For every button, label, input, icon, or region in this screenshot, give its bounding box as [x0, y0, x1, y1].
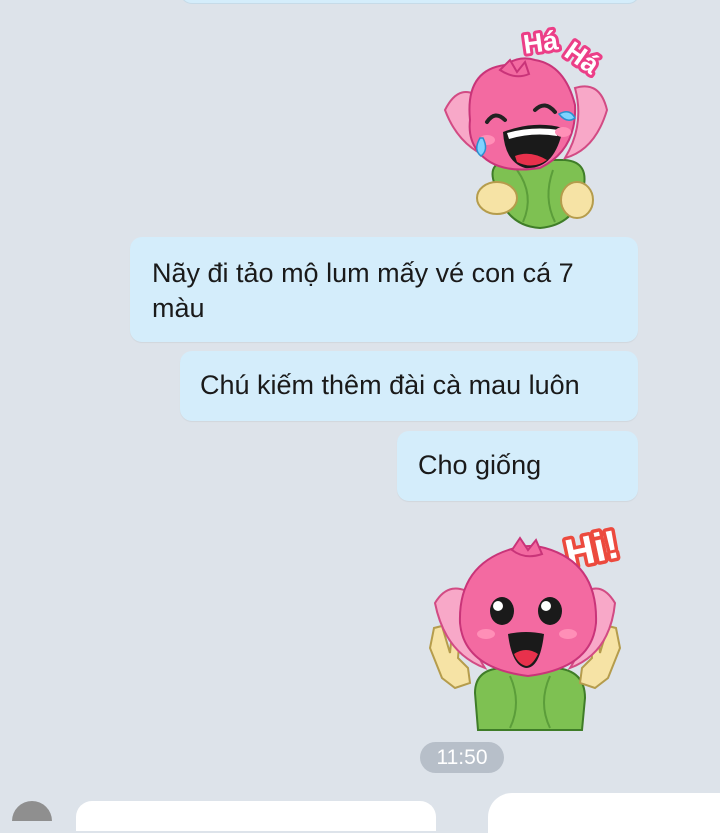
ha-ha-text-1: Há	[521, 25, 560, 60]
message-input[interactable]	[76, 801, 436, 831]
message-bubble[interactable]: Chú kiếm thêm đài cà mau luôn	[180, 351, 638, 421]
chat-conversation: Há Há Nãy đi tảo mộ lum mấy vé con cá 7 …	[0, 0, 720, 833]
laughing-lotus-sticker-art: Há Há	[443, 22, 609, 230]
compose-actions[interactable]	[488, 793, 720, 833]
message-text: Nãy đi tảo mộ lum mấy vé con cá 7 màu	[152, 258, 574, 323]
timestamp-text: 11:50	[436, 746, 488, 769]
message-bubble[interactable]: Nãy đi tảo mộ lum mấy vé con cá 7 màu	[130, 237, 638, 342]
waving-lotus-sticker[interactable]: Hi!	[420, 508, 635, 733]
message-text: Cho giống	[418, 450, 542, 480]
attachment-button[interactable]	[12, 801, 52, 821]
message-text: Chú kiếm thêm đài cà mau luôn	[200, 370, 580, 400]
timestamp-badge: 11:50	[420, 742, 504, 773]
message-bubble[interactable]: Cho giống	[397, 431, 638, 501]
previous-message-bubble[interactable]	[180, 0, 640, 4]
ha-ha-text-2: Há	[559, 36, 605, 81]
laughing-lotus-sticker[interactable]: Há Há	[425, 10, 625, 232]
waving-lotus-sticker-art: Hi!	[428, 519, 626, 731]
